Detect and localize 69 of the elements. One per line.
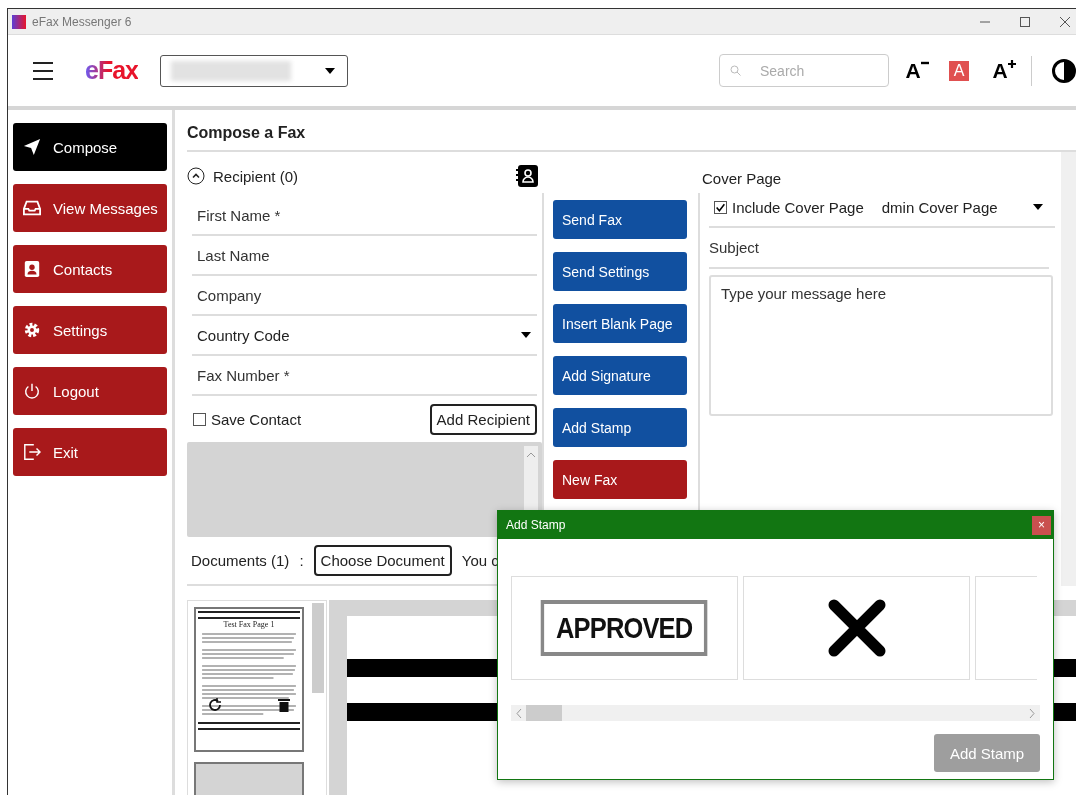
add-recipient-button[interactable]: Add Recipient [429, 403, 537, 435]
checkbox[interactable] [714, 200, 727, 214]
power-icon [23, 382, 41, 400]
message-field[interactable]: Type your message here [709, 275, 1053, 416]
checkbox[interactable] [193, 412, 206, 426]
input-field[interactable]: First Name * [192, 196, 537, 236]
exit-icon [23, 443, 41, 461]
sidebar-item[interactable]: Settings [13, 306, 167, 354]
action-button[interactable]: New Fax [553, 460, 687, 499]
page-title: Compose a Fax [187, 110, 1076, 152]
caret-icon [325, 67, 335, 74]
close-icon[interactable] [1060, 16, 1070, 27]
checkbox-label: Include Cover Page [732, 198, 864, 216]
search-field[interactable]: Search [719, 54, 889, 87]
cross-icon [827, 599, 886, 657]
action-button[interactable]: Add Signature [553, 356, 687, 395]
menu-icon[interactable] [33, 61, 53, 80]
close-button[interactable]: × [1032, 515, 1051, 535]
stamp-label: APPROVED [541, 600, 708, 656]
choose-document-button[interactable]: Choose Document [313, 545, 452, 576]
address-book-icon[interactable] [516, 165, 538, 187]
sidebar-item[interactable]: View Messages [13, 184, 167, 232]
scroll-thumb[interactable] [526, 705, 562, 721]
dialog-title: Add Stamp [506, 518, 566, 532]
rotate-icon[interactable] [208, 698, 222, 712]
maximize-icon[interactable] [1020, 16, 1030, 27]
inbox-icon [23, 199, 41, 217]
input-field[interactable]: Company [192, 276, 537, 316]
action-button[interactable]: Add Stamp [553, 408, 687, 447]
gear-icon [23, 321, 41, 339]
sidebar-item[interactable]: Exit [13, 428, 167, 476]
cover-template-dropdown[interactable]: dmin Cover Page [881, 198, 1055, 216]
action-button[interactable]: Insert Blank Page [553, 304, 687, 343]
collapse-icon[interactable] [187, 167, 205, 185]
contact-card-icon [23, 260, 41, 278]
trash-icon[interactable] [278, 698, 290, 712]
stamp-option[interactable] [743, 576, 970, 680]
scrollbar[interactable] [511, 705, 1040, 721]
country-code-dropdown[interactable]: Country Code [192, 316, 537, 356]
sidebar-item[interactable]: Contacts [13, 245, 167, 293]
plus-icon [1007, 59, 1016, 68]
contrast-icon[interactable] [1052, 58, 1076, 83]
account-dropdown[interactable] [160, 54, 348, 87]
recipient-heading: Recipient (0) [213, 167, 299, 185]
sidebar-item[interactable]: Logout [13, 367, 167, 415]
window-title: eFax Messenger 6 [32, 14, 132, 29]
scrollbar[interactable] [312, 603, 324, 693]
action-button[interactable]: Send Settings [553, 252, 687, 291]
paper-plane-icon [23, 138, 41, 156]
page-thumbnail[interactable]: Test Fax Page 1 [194, 607, 304, 752]
caret-icon [1033, 204, 1043, 210]
input-field[interactable]: Fax Number * [192, 356, 537, 396]
documents-label: Documents (1) [191, 552, 290, 569]
increase-font-button[interactable]: A [988, 58, 1020, 83]
search-icon [730, 65, 741, 76]
cover-page-heading: Cover Page [701, 169, 783, 188]
stamp-option[interactable]: APPROVED [511, 576, 738, 680]
scrollbar[interactable] [1061, 152, 1076, 586]
input-field[interactable]: Last Name [192, 236, 537, 276]
reset-font-button[interactable]: A [949, 60, 969, 81]
thumbnail-title: Test Fax Page 1 [222, 619, 276, 630]
decrease-font-button[interactable]: A [901, 58, 933, 83]
checkbox-label: Save Contact [211, 410, 302, 428]
sidebar-item[interactable]: Compose [13, 123, 167, 171]
caret-icon [521, 332, 531, 338]
page-thumbnail[interactable] [194, 762, 304, 795]
action-button[interactable]: Send Fax [553, 200, 687, 239]
app-icon [12, 14, 26, 29]
separator-text: : [299, 552, 304, 569]
